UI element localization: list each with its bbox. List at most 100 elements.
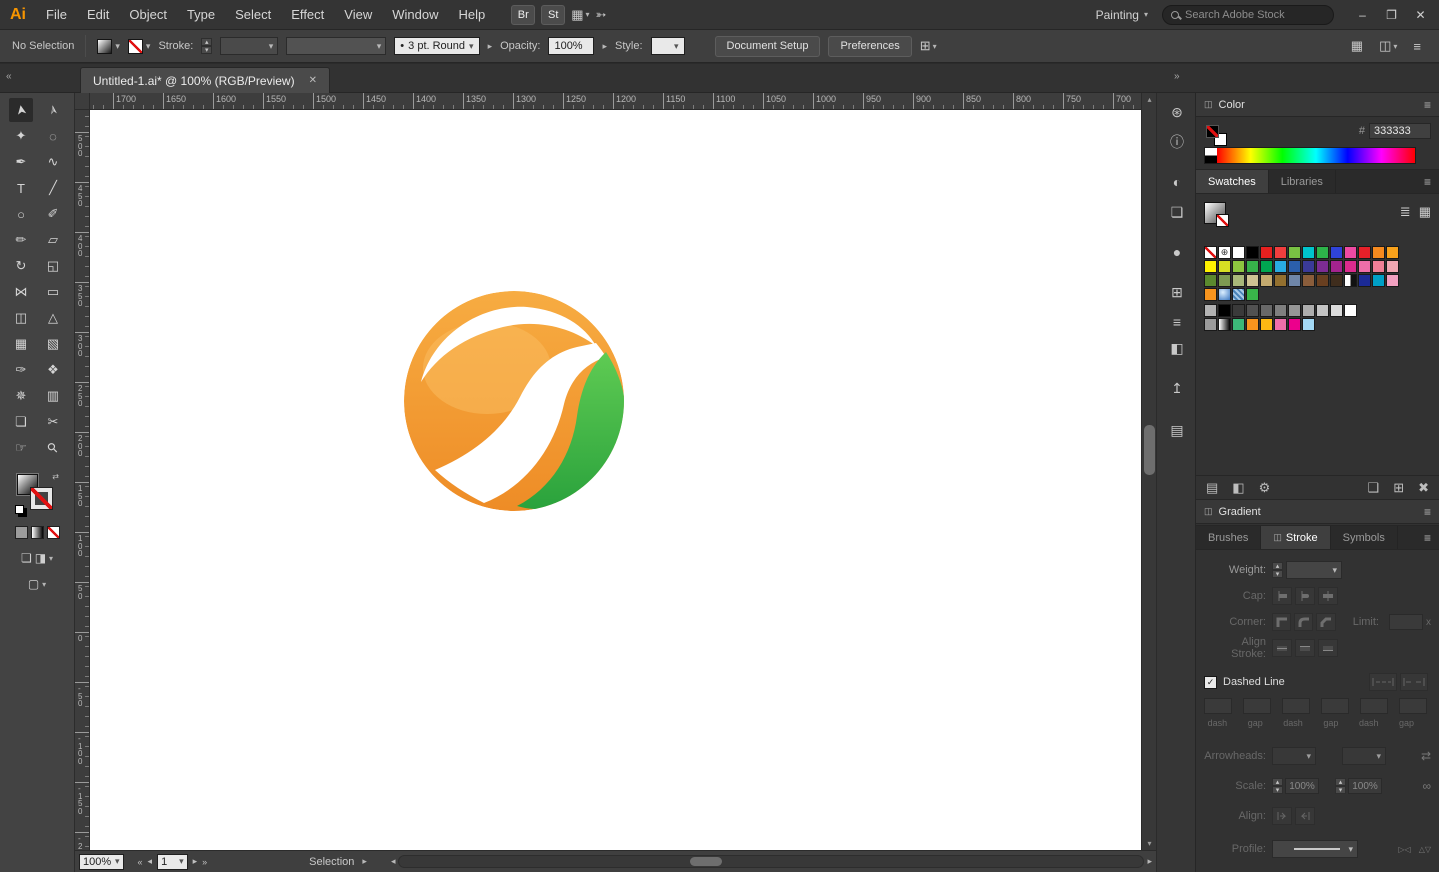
swatch-0-11[interactable]	[1358, 246, 1371, 259]
cap-butt-button[interactable]	[1272, 587, 1292, 605]
swatch-1-13[interactable]	[1386, 260, 1399, 273]
step-down-icon[interactable]: ▾	[1335, 786, 1346, 794]
align-stroke-inside-button[interactable]	[1295, 639, 1315, 657]
gradient-panel-menu-icon[interactable]: ≡	[1424, 505, 1431, 519]
menu-type[interactable]: Type	[177, 0, 225, 30]
line-segment-tool[interactable]: ╱	[41, 176, 65, 200]
swatch-0-5[interactable]	[1274, 246, 1287, 259]
swatch-2-8[interactable]	[1316, 274, 1329, 287]
column-graph-tool[interactable]: ▥	[41, 384, 65, 408]
navigator-panel-icon[interactable]: ⊛	[1164, 99, 1190, 125]
dash-field-2[interactable]	[1243, 698, 1271, 714]
scroll-right-icon[interactable]: ▸	[1147, 856, 1152, 867]
scroll-left-icon[interactable]: ◂	[391, 856, 396, 867]
cap-projecting-button[interactable]	[1318, 587, 1338, 605]
dash-field-1[interactable]	[1204, 698, 1232, 714]
swatch-libraries-icon[interactable]: ▤	[1206, 480, 1218, 496]
snap-options-button[interactable]: ⊞ ▾	[920, 38, 937, 54]
vertical-scroll-thumb[interactable]	[1144, 425, 1155, 475]
restore-button[interactable]: ❐	[1377, 1, 1406, 29]
profile-select[interactable]: ▾	[1272, 840, 1358, 858]
status-indicator[interactable]: Selection ▸	[309, 856, 367, 868]
swatch-5-5[interactable]	[1274, 318, 1287, 331]
swatch-1-11[interactable]	[1358, 260, 1371, 273]
step-up-icon[interactable]: ▴	[201, 38, 213, 46]
scale-y-input[interactable]	[1348, 778, 1382, 794]
spectrum-bw-ramp[interactable]	[1205, 148, 1217, 163]
flip-along-icon[interactable]: ▷◁	[1398, 845, 1410, 854]
swatch-options-icon[interactable]: ⚙	[1259, 480, 1271, 496]
swatch-4-0[interactable]	[1204, 304, 1217, 317]
pathfinder-panel-icon[interactable]: ◧	[1164, 335, 1190, 361]
chevron-down-icon[interactable]: ▾	[49, 554, 53, 563]
touch-workspace-button[interactable]: ➳	[596, 7, 607, 23]
document-tab[interactable]: Untitled-1.ai* @ 100% (RGB/Preview) ✕	[80, 67, 330, 93]
scale-x-stepper[interactable]: ▴ ▾	[1272, 778, 1283, 794]
swatch-1-10[interactable]	[1344, 260, 1357, 273]
swatch-4-2[interactable]	[1232, 304, 1245, 317]
scale-tool[interactable]: ◱	[41, 254, 65, 278]
swatch-0-10[interactable]	[1344, 246, 1357, 259]
swatch-2-1[interactable]	[1218, 274, 1231, 287]
arrowhead-end-select[interactable]: ▾	[1342, 747, 1386, 765]
swatch-5-1[interactable]	[1218, 318, 1231, 331]
minimize-button[interactable]: –	[1348, 1, 1377, 29]
tab-symbols[interactable]: Symbols	[1331, 526, 1398, 549]
style-select[interactable]: ▾	[650, 37, 685, 55]
arrange-documents-button[interactable]: ▦ ▾	[571, 7, 589, 23]
swatch-2-12[interactable]	[1372, 274, 1385, 287]
slice-tool[interactable]: ✂	[41, 410, 65, 434]
step-up-icon[interactable]: ▴	[1272, 778, 1283, 786]
brush-definition-select[interactable]: • 3 pt. Round ▾	[394, 37, 480, 55]
default-fill-stroke-button[interactable]	[15, 505, 24, 514]
style-libraries-button[interactable]: St	[541, 4, 566, 25]
panel-layout-button[interactable]: ◫ ▾	[1379, 38, 1397, 54]
status-popup-icon[interactable]: ▸	[362, 856, 367, 867]
grid-view-icon[interactable]: ▦	[1419, 204, 1431, 220]
scale-x-input[interactable]	[1285, 778, 1319, 794]
step-down-icon[interactable]: ▾	[1272, 570, 1283, 578]
workspace-switcher[interactable]: Painting ▾	[1096, 8, 1148, 22]
control-bar-menu-button[interactable]: ≡	[1413, 39, 1421, 54]
zoom-field[interactable]: ▾	[79, 853, 124, 870]
artboard-canvas[interactable]	[90, 110, 1141, 850]
swatch-1-6[interactable]	[1288, 260, 1301, 273]
width-tool[interactable]: ⋈	[9, 280, 33, 304]
swatch-5-4[interactable]	[1260, 318, 1273, 331]
swatch-1-5[interactable]	[1274, 260, 1287, 273]
export-panel-icon[interactable]: ↥	[1164, 375, 1190, 401]
preserve-dash-button[interactable]	[1369, 673, 1397, 691]
horizontal-scroll-thumb[interactable]	[689, 857, 722, 866]
opacity-field[interactable]	[548, 37, 595, 55]
scroll-up-icon[interactable]: ▴	[1142, 95, 1157, 104]
swatch-0-12[interactable]	[1372, 246, 1385, 259]
swap-fill-stroke-icon[interactable]: ⇄	[52, 472, 59, 481]
dash-field-5[interactable]	[1360, 698, 1388, 714]
transform-panel-icon[interactable]: ⊞	[1164, 279, 1190, 305]
swatch-2-10[interactable]	[1344, 274, 1357, 287]
swatch-1-4[interactable]	[1260, 260, 1273, 273]
collapse-panels-icon[interactable]: »	[1174, 71, 1180, 82]
stock-search-box[interactable]	[1162, 4, 1334, 25]
paint-gradient-button[interactable]	[30, 526, 44, 539]
swatch-2-11[interactable]	[1358, 274, 1371, 287]
hex-input[interactable]	[1369, 123, 1431, 139]
delete-swatch-icon[interactable]: ✖	[1418, 480, 1429, 496]
next-artboard-icon[interactable]: ▸	[193, 856, 198, 867]
swatch-1-9[interactable]	[1330, 260, 1343, 273]
swatch-0-4[interactable]	[1260, 246, 1273, 259]
align-dash-button[interactable]	[1400, 673, 1428, 691]
panel-toggle-icon[interactable]: ◫	[1204, 99, 1213, 110]
artboard-number-field[interactable]: ▾	[157, 853, 188, 870]
swatch-1-8[interactable]	[1316, 260, 1329, 273]
swatch-0-8[interactable]	[1316, 246, 1329, 259]
free-transform-tool[interactable]: ▭	[41, 280, 65, 304]
swatch-4-3[interactable]	[1246, 304, 1259, 317]
fill-color-dropdown[interactable]: ▾	[97, 38, 120, 54]
rotate-tool[interactable]: ↻	[9, 254, 33, 278]
artboard-input[interactable]	[161, 855, 180, 868]
swatch-4-7[interactable]	[1302, 304, 1315, 317]
scroll-down-icon[interactable]: ▾	[1142, 839, 1157, 848]
swatch-1-12[interactable]	[1372, 260, 1385, 273]
screen-mode-icon[interactable]: ▢	[28, 577, 39, 591]
